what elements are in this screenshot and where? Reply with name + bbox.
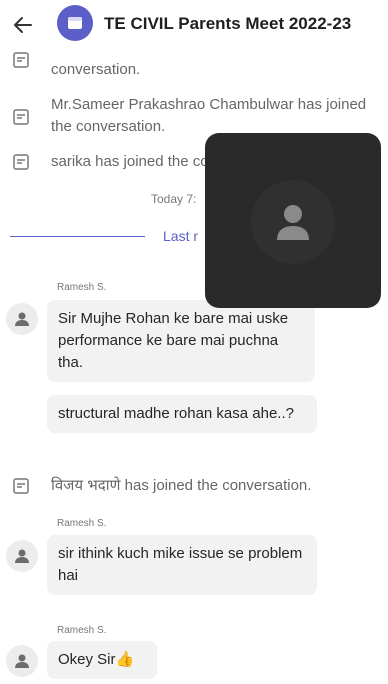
person-icon bbox=[15, 312, 29, 326]
sender-name: Ramesh S. bbox=[57, 625, 107, 636]
joined-conversation-icon bbox=[10, 475, 32, 497]
sender-name: Ramesh S. bbox=[57, 518, 107, 529]
conversation-title[interactable]: TE CIVIL Parents Meet 2022-23 bbox=[104, 14, 351, 34]
last-read-label: Last r bbox=[163, 228, 199, 244]
person-placeholder-icon bbox=[277, 205, 309, 240]
system-event-text: विजय भदाणे has joined the conversation. bbox=[51, 477, 312, 494]
last-read-line bbox=[10, 236, 145, 237]
avatar[interactable] bbox=[6, 645, 38, 677]
system-event: Mr.Sameer Prakashrao Chambulwar has join… bbox=[10, 96, 366, 135]
system-event: sarika has joined the conversation. bbox=[10, 151, 282, 173]
video-avatar bbox=[251, 180, 335, 264]
person-icon bbox=[15, 549, 29, 563]
chat-header: TE CIVIL Parents Meet 2022-23 bbox=[0, 0, 388, 52]
joined-conversation-icon bbox=[10, 106, 32, 128]
back-button[interactable] bbox=[6, 8, 40, 42]
avatar[interactable] bbox=[6, 303, 38, 335]
avatar[interactable] bbox=[6, 540, 38, 572]
joined-conversation-icon bbox=[10, 49, 32, 71]
group-chat-icon bbox=[68, 17, 82, 29]
message-bubble[interactable]: Okey Sir👍 bbox=[47, 641, 157, 679]
system-event-text: conversation. bbox=[51, 61, 141, 78]
person-icon bbox=[15, 654, 29, 668]
date-label: Today 7: bbox=[151, 192, 197, 206]
system-event-text: Mr.Sameer Prakashrao Chambulwar has join… bbox=[51, 96, 367, 135]
message-bubble[interactable]: structural madhe rohan kasa ahe..? bbox=[47, 395, 317, 433]
group-avatar[interactable] bbox=[57, 5, 93, 41]
video-preview-tile[interactable] bbox=[205, 133, 381, 308]
arrow-left-icon bbox=[14, 17, 32, 33]
system-event: विजय भदाणे has joined the conversation. bbox=[10, 475, 311, 497]
message-bubble[interactable]: Sir Mujhe Rohan ke bare mai uske perform… bbox=[47, 300, 315, 382]
sender-name: Ramesh S. bbox=[57, 282, 107, 293]
system-event: conversation. bbox=[10, 49, 140, 78]
joined-conversation-icon bbox=[10, 151, 32, 173]
message-bubble[interactable]: sir ithink kuch mike issue se problem ha… bbox=[47, 535, 317, 595]
